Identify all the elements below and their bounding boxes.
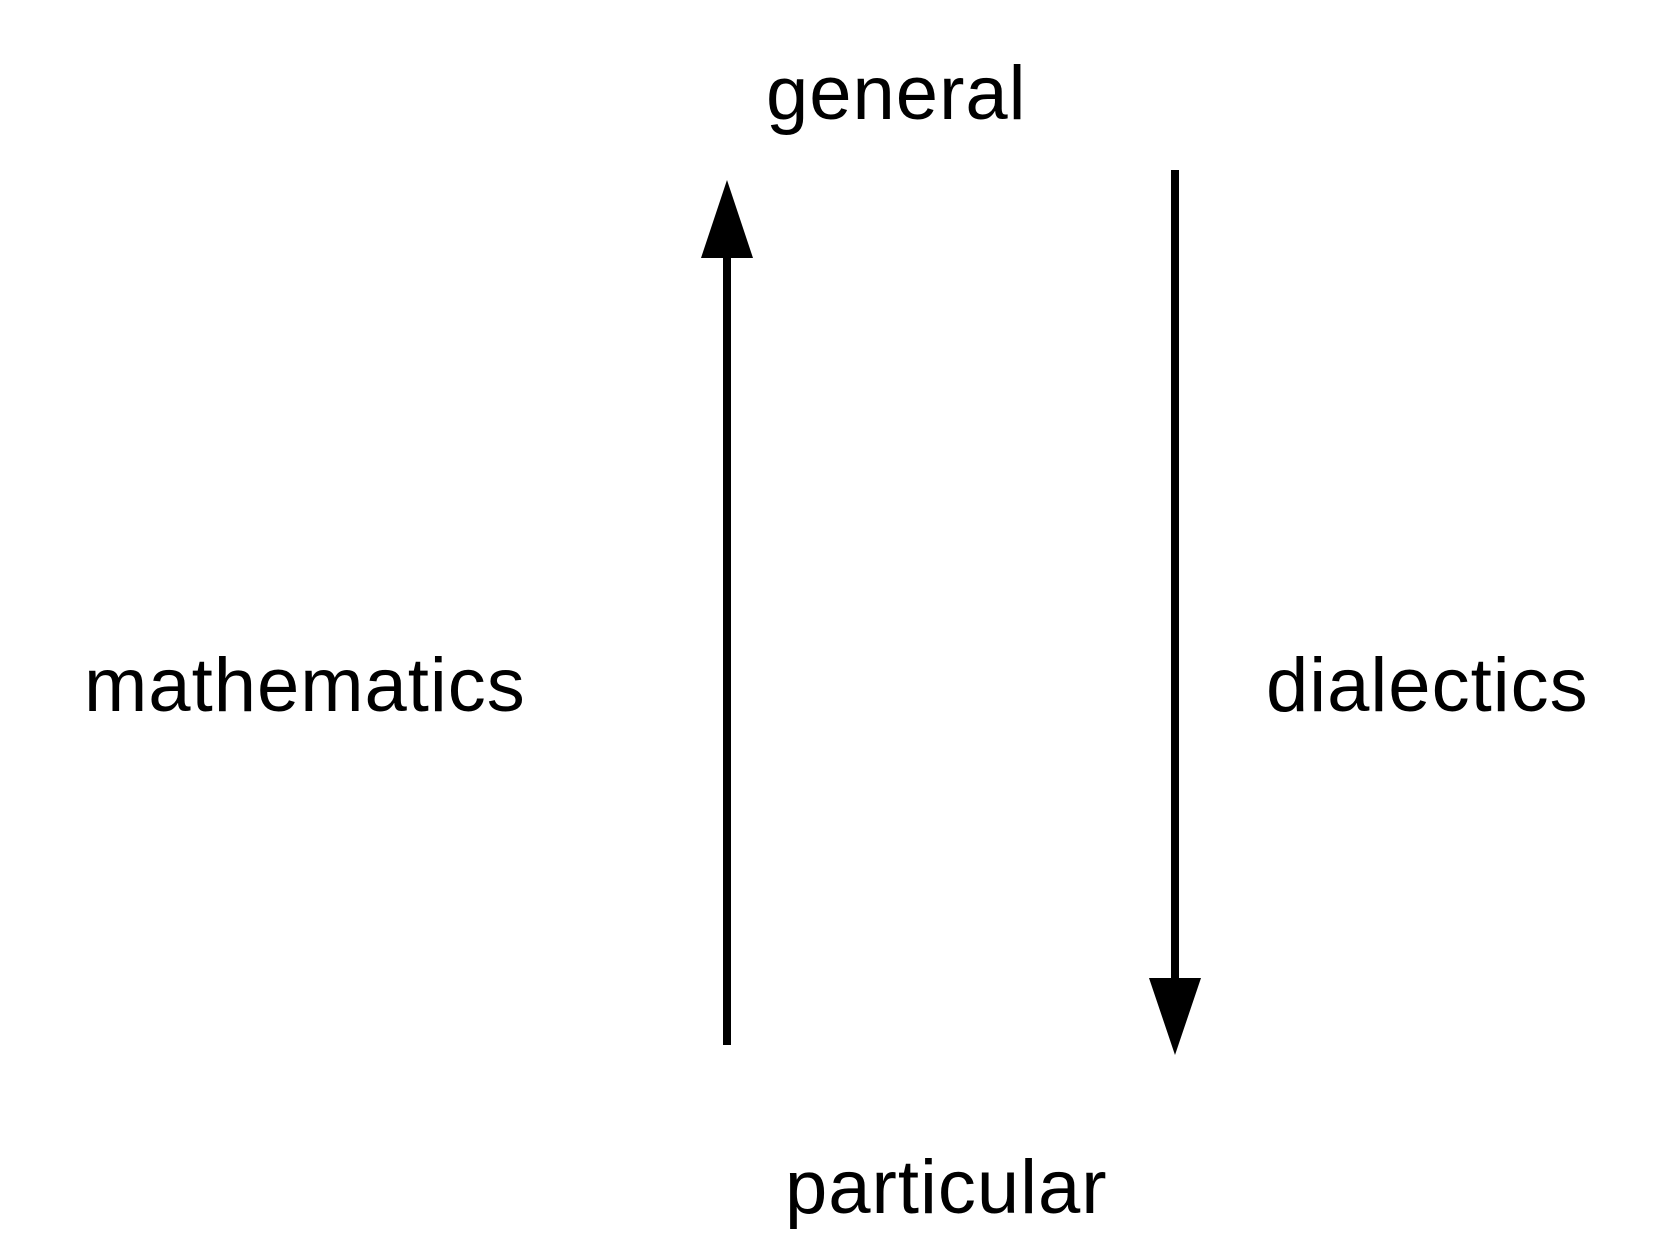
edge-label-mathematics: mathematics	[84, 643, 526, 728]
up-arrow-head	[701, 180, 753, 258]
down-arrow	[1149, 170, 1201, 1055]
up-arrow	[701, 180, 753, 1045]
node-general: general	[766, 51, 1027, 136]
node-particular: particular	[785, 1145, 1108, 1230]
down-arrow-head	[1149, 978, 1201, 1055]
diagram-canvas: general particular mathematics dialectic…	[0, 0, 1680, 1260]
edge-label-dialectics: dialectics	[1266, 643, 1589, 728]
arrows-layer	[701, 170, 1201, 1055]
